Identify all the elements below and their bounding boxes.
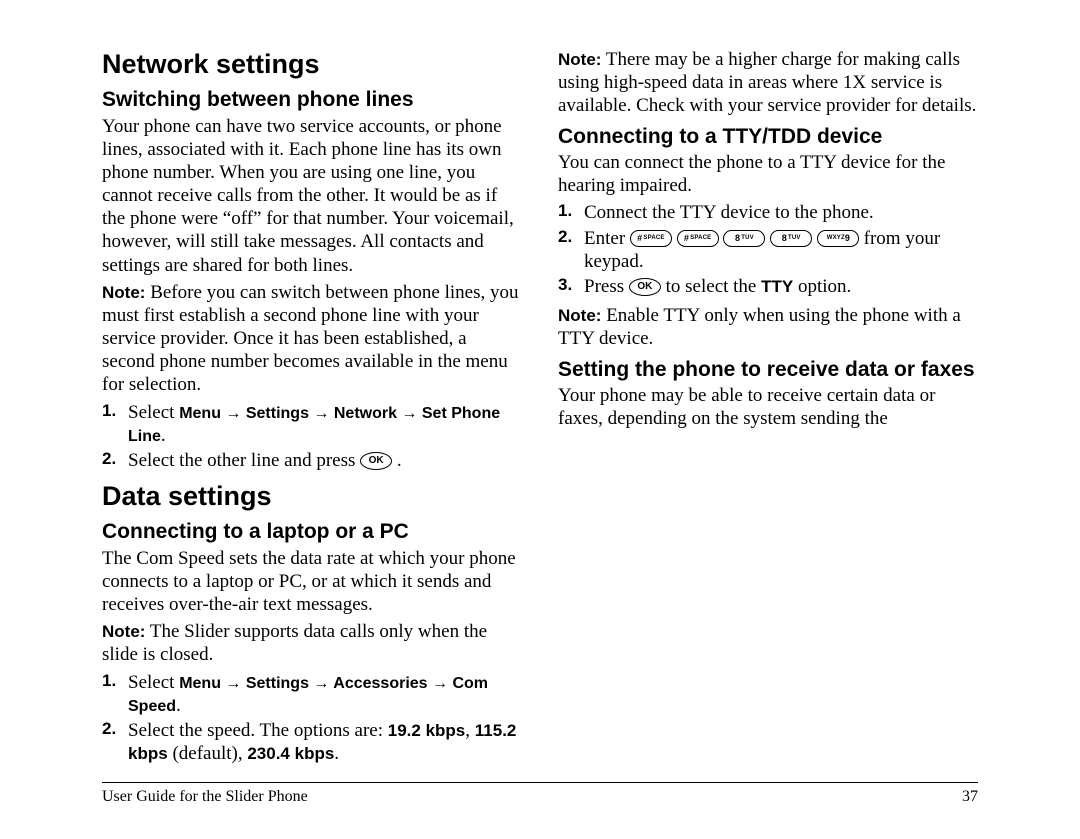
note-high-speed-charge: Note: There may be a higher charge for m… [558,48,978,118]
menu-path: Menu → Settings → Accessories → Com Spee… [128,675,488,715]
para-switching-lines: Your phone can have two service accounts… [102,115,522,277]
steps-set-phone-line: 1. Select Menu → Settings → Network → Se… [102,401,522,473]
step-2: 2. Select the other line and press OK . [102,449,522,472]
steps-com-speed: 1. Select Menu → Settings → Accessories … [102,671,522,766]
keypad-hash-icon: #SPACE [677,230,719,247]
page-footer: User Guide for the Slider Phone 37 [102,782,978,807]
page-number: 37 [962,787,978,807]
step-3: 3. Press OK to select the TTY option. [558,275,978,298]
keypad-8-icon: 8TUV [770,230,812,247]
subheading-tty: Connecting to a TTY/TDD device [558,124,978,150]
step-1: 1. Select Menu → Settings → Accessories … [102,671,522,717]
ok-icon: OK [360,452,392,470]
step-1: 1. Connect the TTY device to the phone. [558,201,978,224]
note-tty: Note: Enable TTY only when using the pho… [558,304,978,350]
step-1: 1. Select Menu → Settings → Network → Se… [102,401,522,447]
steps-tty: 1. Connect the TTY device to the phone. … [558,201,978,298]
heading-network-settings: Network settings [102,48,522,81]
subheading-connecting-laptop: Connecting to a laptop or a PC [102,519,522,545]
keypad-8-icon: 8TUV [723,230,765,247]
ok-icon: OK [629,278,661,296]
footer-title: User Guide for the Slider Phone [102,787,308,807]
para-com-speed: The Com Speed sets the data rate at whic… [102,547,522,617]
heading-data-settings: Data settings [102,480,522,513]
para-receive-data-fax: Your phone may be able to receive certai… [558,384,978,430]
note-switching-lines: Note: Before you can switch between phon… [102,281,522,397]
keypad-hash-icon: #SPACE [630,230,672,247]
menu-path: Menu → Settings → Network → Set Phone Li… [128,405,500,445]
note-label: Note: [558,50,601,69]
note-label: Note: [102,283,145,302]
para-tty: You can connect the phone to a TTY devic… [558,151,978,197]
step-2: 2. Select the speed. The options are: 19… [102,719,522,765]
note-label: Note: [558,306,601,325]
step-2: 2. Enter #SPACE #SPACE 8TUV 8TUV WXYZ9 f… [558,227,978,273]
subheading-switching-lines: Switching between phone lines [102,87,522,113]
note-slider: Note: The Slider supports data calls onl… [102,620,522,666]
subheading-receive-data-fax: Setting the phone to receive data or fax… [558,357,978,383]
keypad-9-icon: WXYZ9 [817,230,859,247]
note-label: Note: [102,622,145,641]
